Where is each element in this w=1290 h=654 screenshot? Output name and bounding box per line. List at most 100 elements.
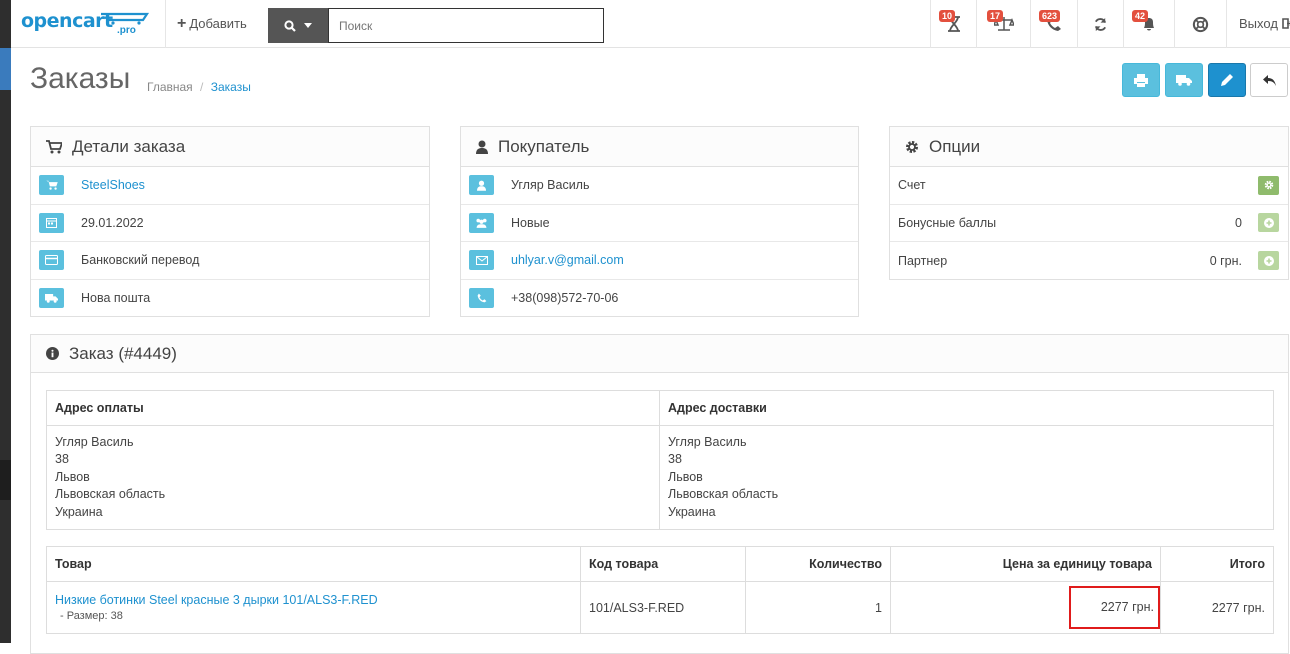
payment-row: Банковский перевод <box>31 242 429 280</box>
returns-button[interactable]: 17 <box>976 0 1030 48</box>
product-link[interactable]: Низкие ботинки Steel красные 3 дырки 101… <box>55 593 572 607</box>
customer-email-row: uhlyar.v@gmail.com <box>461 242 858 280</box>
address-line: Угляр Василь <box>668 435 747 449</box>
shopping-cart-icon <box>39 175 64 196</box>
address-line: 38 <box>55 452 69 467</box>
unit-price-cell: 2277 грн. <box>890 581 1161 634</box>
notifications-button[interactable]: 42 <box>1123 0 1174 48</box>
header-divider <box>165 0 166 48</box>
logout-button[interactable]: Выход <box>1226 0 1290 48</box>
sidebar-active-indicator <box>0 48 11 90</box>
generate-invoice-button[interactable] <box>1258 175 1279 195</box>
edit-button[interactable] <box>1208 63 1246 97</box>
customer-email[interactable]: uhlyar.v@gmail.com <box>511 253 624 267</box>
search-icon <box>284 19 296 32</box>
column-header-total: Итого <box>1160 546 1274 582</box>
customer-name-row: Угляр Василь <box>461 167 858 205</box>
print-invoice-button[interactable] <box>1122 63 1160 97</box>
invoice-row: Счет <box>890 167 1288 205</box>
phone-icon <box>469 288 494 309</box>
order-details-panel: Детали заказа SteelShoes 29.01.2022 Банк… <box>30 126 430 317</box>
breadcrumb-orders[interactable]: Заказы <box>211 80 251 94</box>
calls-badge: 623 <box>1039 10 1061 22</box>
sidebar-dark-block <box>0 460 11 500</box>
customer-name: Угляр Василь <box>511 178 590 193</box>
plus-circle-icon <box>1263 255 1274 266</box>
customer-group: Новые <box>511 215 550 230</box>
add-button[interactable]: + Добавить <box>177 0 247 48</box>
panel-heading: Покупатель <box>461 127 858 167</box>
print-icon <box>1134 73 1148 87</box>
shipping-address: Угляр Василь 38 Львов Львовская область … <box>659 424 1274 531</box>
panel-title: Опции <box>929 136 981 156</box>
order-date: 29.01.2022 <box>81 215 144 230</box>
customer-phone: +38(098)572-70-06 <box>511 291 619 306</box>
column-header-quantity: Количество <box>745 546 891 582</box>
column-header-product: Товар <box>46 546 581 582</box>
search-input[interactable] <box>328 8 604 43</box>
order-panel: Заказ (#4449) Адрес оплаты Адрес доставк… <box>30 334 1289 654</box>
highlighted-unit-price: 2277 грн. <box>1069 586 1160 629</box>
product-total: 2277 грн. <box>1160 581 1274 634</box>
back-button[interactable] <box>1250 63 1288 97</box>
product-quantity: 1 <box>745 581 891 634</box>
top-header: opencart .pro +Добавить 10 17 623 42 Вых <box>11 0 1290 48</box>
breadcrumb-separator: / <box>200 80 204 94</box>
invoice-label: Счет <box>898 178 926 193</box>
address-line: Львов <box>668 469 703 484</box>
product-cell: Низкие ботинки Steel красные 3 дырки 101… <box>46 581 581 634</box>
panel-title: Детали заказа <box>72 136 186 156</box>
shipping-row: Нова пошта <box>31 280 429 318</box>
address-line: Украина <box>55 504 103 519</box>
reward-value: 0 <box>1235 215 1242 230</box>
truck-icon <box>39 288 64 309</box>
column-header-unit-price: Цена за единицу товара <box>890 546 1161 582</box>
panel-title: Покупатель <box>498 136 590 156</box>
cog-icon <box>1264 180 1273 190</box>
pending-orders-badge: 10 <box>939 10 956 22</box>
pencil-icon <box>1221 74 1233 86</box>
address-line: Львовская область <box>55 487 166 502</box>
plus-icon: + <box>177 15 187 32</box>
caret-down-icon <box>304 23 312 28</box>
returns-badge: 17 <box>987 10 1004 22</box>
help-button[interactable] <box>1174 0 1226 48</box>
credit-card-icon <box>39 250 64 271</box>
print-shipping-button[interactable] <box>1165 63 1203 97</box>
reply-icon <box>1262 74 1276 86</box>
left-sidebar-strip <box>0 0 11 643</box>
user-icon <box>476 140 488 154</box>
plus-circle-icon <box>1263 217 1274 228</box>
product-option: - Размер: 38 <box>60 610 123 622</box>
page-title: Заказы <box>30 62 131 95</box>
logo-suffix: .pro <box>117 25 136 36</box>
reward-row: Бонусные баллы 0 <box>890 205 1288 242</box>
group-icon <box>469 212 494 233</box>
shipping-address-header: Адрес доставки <box>659 390 1274 426</box>
pending-orders-button[interactable]: 10 <box>930 0 976 48</box>
refresh-icon <box>1094 17 1107 31</box>
calls-button[interactable]: 623 <box>1030 0 1077 48</box>
add-reward-button[interactable] <box>1258 213 1279 233</box>
search-button[interactable] <box>268 8 328 43</box>
product-model: 101/ALS3-F.RED <box>580 581 746 634</box>
affiliate-label: Партнер <box>898 253 948 268</box>
opencart-logo[interactable]: opencart .pro <box>21 10 151 40</box>
panel-heading: Опции <box>890 127 1288 167</box>
add-commission-button[interactable] <box>1258 251 1279 271</box>
refresh-button[interactable] <box>1077 0 1123 48</box>
panel-heading: Детали заказа <box>31 127 429 167</box>
envelope-icon <box>469 250 494 271</box>
address-line: Угляр Василь <box>55 435 134 449</box>
panel-title: Заказ (#4449) <box>69 343 177 363</box>
sign-out-icon <box>1281 18 1290 29</box>
address-line: 38 <box>668 452 682 467</box>
user-icon <box>469 175 494 196</box>
notifications-badge: 42 <box>1132 10 1149 22</box>
options-panel: Опции Счет Бонусные баллы 0 Партнер 0 гр… <box>889 126 1289 280</box>
breadcrumb-home[interactable]: Главная <box>147 80 193 94</box>
store-link[interactable]: SteelShoes <box>81 178 145 192</box>
address-line: Львовская область <box>668 487 779 502</box>
affiliate-row: Партнер 0 грн. <box>890 242 1288 280</box>
address-line: Украина <box>668 504 716 519</box>
